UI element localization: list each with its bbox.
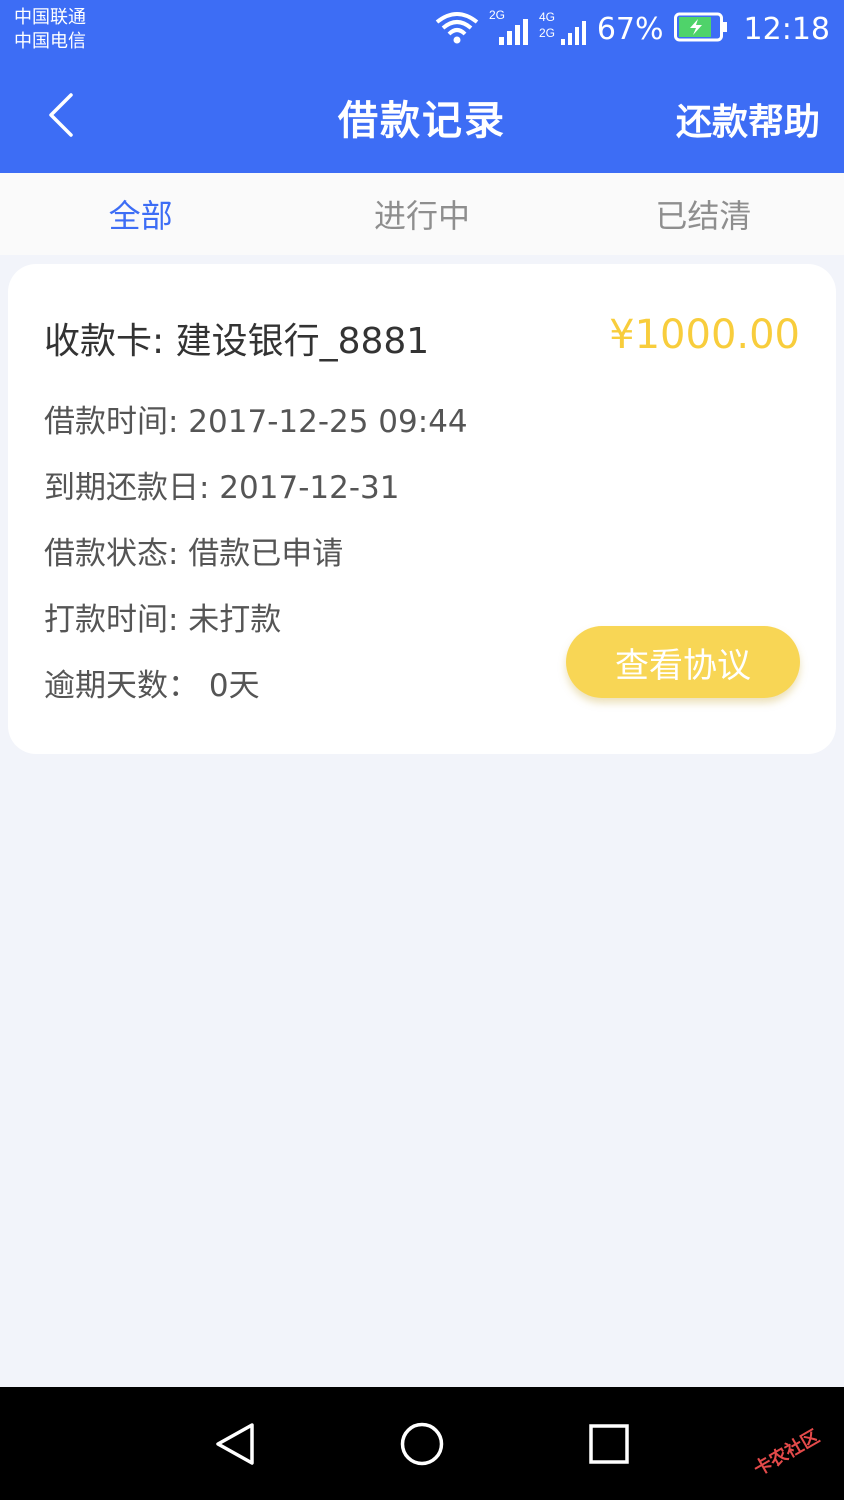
payment-time: 打款时间: 未打款 <box>44 602 282 638</box>
loan-time: 借款时间: 2017-12-25 09:44 <box>44 404 468 440</box>
signal-1-icon: 2G <box>489 7 529 51</box>
tab-in-progress[interactable]: 进行中 <box>281 173 562 255</box>
receive-card: 收款卡: 建设银行_8881 <box>44 321 430 362</box>
loan-record-card: 收款卡: 建设银行_8881 ¥1000.00 借款时间: 2017-12-25… <box>8 264 836 754</box>
app-header: 借款记录 还款帮助 <box>0 60 844 173</box>
watermark-logo: 卡农社区 <box>725 1397 844 1500</box>
back-triangle-icon[interactable] <box>212 1421 258 1467</box>
top-bar: 中国联通 中国电信 2G 4G 2G 67% 12:18 借款记录 还款帮助 <box>0 0 844 173</box>
recents-square-icon[interactable] <box>586 1421 632 1467</box>
battery-percent: 67% <box>596 11 664 47</box>
tab-settled[interactable]: 已结清 <box>563 173 844 255</box>
network-type-2b: 2G <box>539 26 555 40</box>
home-circle-icon[interactable] <box>399 1421 445 1467</box>
system-nav-bar: 卡农社区 <box>0 1387 844 1500</box>
tab-bar: 全部 进行中 已结清 <box>0 173 844 255</box>
due-date: 到期还款日: 2017-12-31 <box>44 470 400 506</box>
loan-amount: ¥1000.00 <box>609 312 800 358</box>
status-bar: 中国联通 中国电信 2G 4G 2G 67% 12:18 <box>0 0 844 60</box>
overdue-days: 逾期天数： 0天 <box>44 668 260 704</box>
carrier-1: 中国联通 <box>14 7 86 28</box>
carrier-info: 中国联通 中国电信 <box>14 6 86 54</box>
clock: 12:18 <box>743 11 830 47</box>
status-icons: 2G 4G 2G 67% 12:18 <box>435 6 830 52</box>
view-agreement-button[interactable]: 查看协议 <box>566 626 800 698</box>
tab-all[interactable]: 全部 <box>0 173 281 255</box>
repayment-help-link[interactable]: 还款帮助 <box>676 93 820 145</box>
battery-icon <box>673 12 728 46</box>
loan-status: 借款状态: 借款已申请 <box>44 536 344 572</box>
watermark-text: 卡农社区 <box>750 1426 824 1481</box>
network-type-1: 2G <box>489 8 505 22</box>
signal-2-icon: 4G 2G <box>539 7 587 51</box>
network-type-2a: 4G <box>539 10 555 24</box>
carrier-2: 中国电信 <box>14 31 86 52</box>
wifi-icon <box>435 10 479 48</box>
